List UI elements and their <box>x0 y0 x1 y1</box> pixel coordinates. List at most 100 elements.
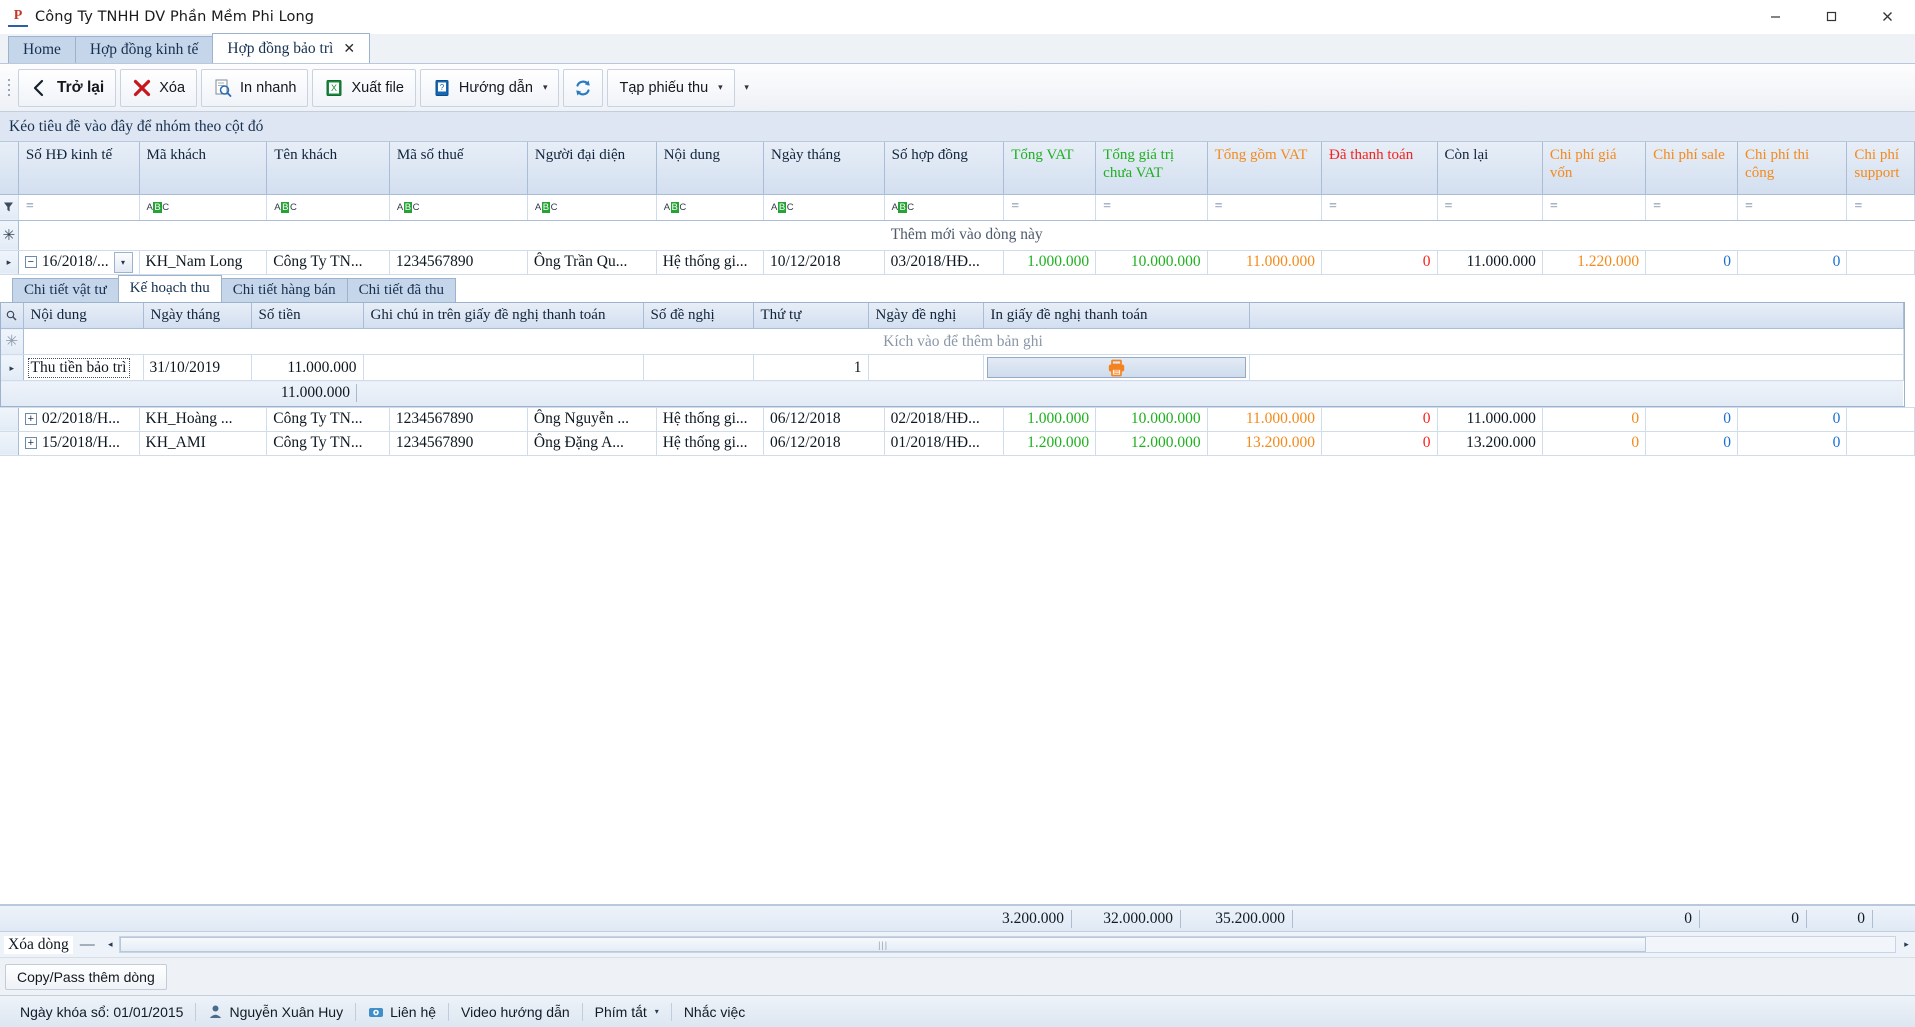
column-header[interactable]: Mã khách <box>139 142 268 195</box>
minimize-button[interactable] <box>1747 0 1803 34</box>
table-cell[interactable]: 0 <box>1321 407 1438 432</box>
filter-cell[interactable]: ABC <box>763 194 885 221</box>
table-cell[interactable]: 0 <box>1737 407 1848 432</box>
row-expander-icon[interactable]: + <box>24 437 37 450</box>
detail-cell-ghi-chu[interactable] <box>363 354 644 381</box>
horizontal-scrollbar-thumb[interactable]: ||| <box>119 937 1647 952</box>
table-cell[interactable]: Ông Nguyễn ... <box>527 407 657 432</box>
quick-print-button[interactable]: In nhanh <box>201 68 309 107</box>
close-button[interactable] <box>1859 0 1915 34</box>
column-header[interactable]: Số HĐ kinh tế <box>18 142 140 195</box>
filter-cell[interactable]: = <box>1095 194 1208 221</box>
detail-column-header[interactable]: Số tiền <box>251 302 364 329</box>
column-header[interactable]: Chi phí giá vốn <box>1542 142 1647 195</box>
table-cell[interactable]: Hệ thống gi... <box>656 250 765 275</box>
delete-row-button[interactable]: Xóa dòng <box>4 935 73 954</box>
detail-column-header[interactable]: In giấy đề nghị thanh toán <box>983 302 1250 329</box>
column-header[interactable]: Tổng VAT <box>1003 142 1097 195</box>
table-cell[interactable]: 1.200.000 <box>1003 431 1097 456</box>
status-contact[interactable]: Liên hệ <box>356 999 448 1025</box>
detail-column-header[interactable]: Ngày tháng <box>143 302 252 329</box>
table-cell[interactable]: 10.000.000 <box>1095 407 1208 432</box>
table-cell[interactable] <box>1846 250 1915 275</box>
table-cell[interactable]: 13.200.000 <box>1437 431 1543 456</box>
column-header[interactable]: Số hợp đồng <box>884 142 1005 195</box>
table-cell[interactable]: Ông Đặng A... <box>527 431 657 456</box>
table-cell[interactable]: +02/2018/H... <box>18 407 140 432</box>
toolbar-overflow-button[interactable]: ▾ <box>739 69 755 107</box>
column-header[interactable]: Tổng gồm VAT <box>1207 142 1323 195</box>
detail-column-header[interactable]: Thứ tự <box>753 302 869 329</box>
detail-add-row[interactable]: ✳ Kích vào để thêm bản ghi <box>1 328 1904 355</box>
table-cell[interactable] <box>1846 431 1915 456</box>
table-cell[interactable]: 1.000.000 <box>1003 407 1097 432</box>
detail-cell-ngay-thang[interactable]: 31/10/2019 <box>143 354 252 381</box>
table-cell[interactable]: 02/2018/HĐ... <box>884 407 1005 432</box>
table-cell[interactable]: 12.000.000 <box>1095 431 1208 456</box>
detail-cell-noi-dung[interactable]: Thu tiền bảo trì <box>23 354 144 381</box>
filter-cell[interactable]: = <box>18 194 140 221</box>
filter-cell[interactable]: ABC <box>389 194 528 221</box>
table-cell[interactable]: Công Ty TN... <box>266 407 390 432</box>
table-cell[interactable]: 0 <box>1321 250 1438 275</box>
column-header[interactable]: Nội dung <box>656 142 765 195</box>
table-cell[interactable]: KH_Hoàng ... <box>139 407 268 432</box>
new-record-hint[interactable]: Thêm mới vào dòng này <box>18 220 1915 251</box>
filter-cell[interactable]: = <box>1207 194 1323 221</box>
column-header[interactable]: Tổng giá trị chưa VAT <box>1095 142 1208 195</box>
print-payment-request-button[interactable] <box>986 357 1246 378</box>
filter-cell[interactable]: = <box>1846 194 1915 221</box>
table-cell[interactable]: 10.000.000 <box>1095 250 1208 275</box>
table-cell[interactable]: 0 <box>1645 407 1739 432</box>
table-cell[interactable]: KH_Nam Long <box>139 250 268 275</box>
table-cell[interactable]: KH_AMI <box>139 431 268 456</box>
filter-cell[interactable]: = <box>1437 194 1543 221</box>
filter-cell[interactable]: ABC <box>139 194 268 221</box>
detail-column-header[interactable]: Nội dung <box>23 302 144 329</box>
table-cell[interactable]: 06/12/2018 <box>763 407 885 432</box>
column-header[interactable]: Tên khách <box>266 142 390 195</box>
detail-cell-print[interactable] <box>983 354 1250 381</box>
table-row[interactable]: ▸ −16/2018/... ▾ KH_Nam Long Công Ty TN... 12… <box>0 250 1915 275</box>
table-cell[interactable] <box>1846 407 1915 432</box>
detail-tab-2[interactable]: Chi tiết hàng bán <box>220 277 348 302</box>
export-file-button[interactable]: X Xuất file <box>312 68 416 107</box>
table-row[interactable]: +15/2018/H... KH_AMI Công Ty TN... 12345678… <box>0 431 1915 456</box>
status-current-user[interactable]: Nguyễn Xuân Huy <box>196 999 355 1025</box>
table-cell[interactable]: Hệ thống gi... <box>656 431 765 456</box>
table-cell[interactable]: 1234567890 <box>389 407 528 432</box>
create-receipt-button[interactable]: Tạp phiếu thu ▾ <box>607 68 735 107</box>
detail-column-header[interactable]: Ghi chú in trên giấy đề nghị thanh toán <box>363 302 644 329</box>
filter-icon[interactable] <box>0 194 19 221</box>
detail-cell-so-de-nghi[interactable] <box>643 354 754 381</box>
maximize-button[interactable] <box>1803 0 1859 34</box>
detail-cell-thu-tu[interactable]: 1 <box>753 354 869 381</box>
tab-hop-dong-bao-tri[interactable]: Hợp đồng bảo trì ✕ <box>212 33 371 63</box>
table-cell[interactable]: 0 <box>1542 407 1647 432</box>
detail-cell-so-tien[interactable]: 11.000.000 <box>251 354 364 381</box>
filter-cell[interactable]: ABC <box>656 194 765 221</box>
table-cell[interactable]: Công Ty TN... <box>266 431 390 456</box>
table-cell[interactable]: 06/12/2018 <box>763 431 885 456</box>
table-cell[interactable]: 11.000.000 <box>1207 250 1323 275</box>
guide-button[interactable]: ? Hướng dẫn ▾ <box>419 68 560 107</box>
column-header[interactable]: Mã số thuế <box>389 142 528 195</box>
table-cell[interactable]: 0 <box>1542 431 1647 456</box>
table-cell[interactable]: 01/2018/HĐ... <box>884 431 1005 456</box>
table-cell[interactable]: 10/12/2018 <box>763 250 885 275</box>
table-cell[interactable]: 11.000.000 <box>1207 407 1323 432</box>
filter-cell[interactable]: ABC <box>884 194 1005 221</box>
refresh-button[interactable] <box>563 68 604 107</box>
table-cell[interactable]: 0 <box>1645 431 1739 456</box>
scroll-right-button[interactable]: ▸ <box>1898 936 1915 953</box>
filter-cell[interactable]: = <box>1737 194 1848 221</box>
column-header[interactable]: Chi phí thi công <box>1737 142 1848 195</box>
scroll-left-button[interactable]: ◂ <box>102 936 119 953</box>
detail-add-hint[interactable]: Kích vào để thêm bản ghi <box>23 328 1904 355</box>
filter-cell[interactable]: = <box>1542 194 1647 221</box>
table-cell[interactable]: 0 <box>1737 431 1848 456</box>
column-header[interactable]: Người đại diện <box>527 142 657 195</box>
filter-cell[interactable]: ABC <box>266 194 390 221</box>
column-header[interactable]: Đã thanh toán <box>1321 142 1438 195</box>
table-cell[interactable]: 0 <box>1321 431 1438 456</box>
